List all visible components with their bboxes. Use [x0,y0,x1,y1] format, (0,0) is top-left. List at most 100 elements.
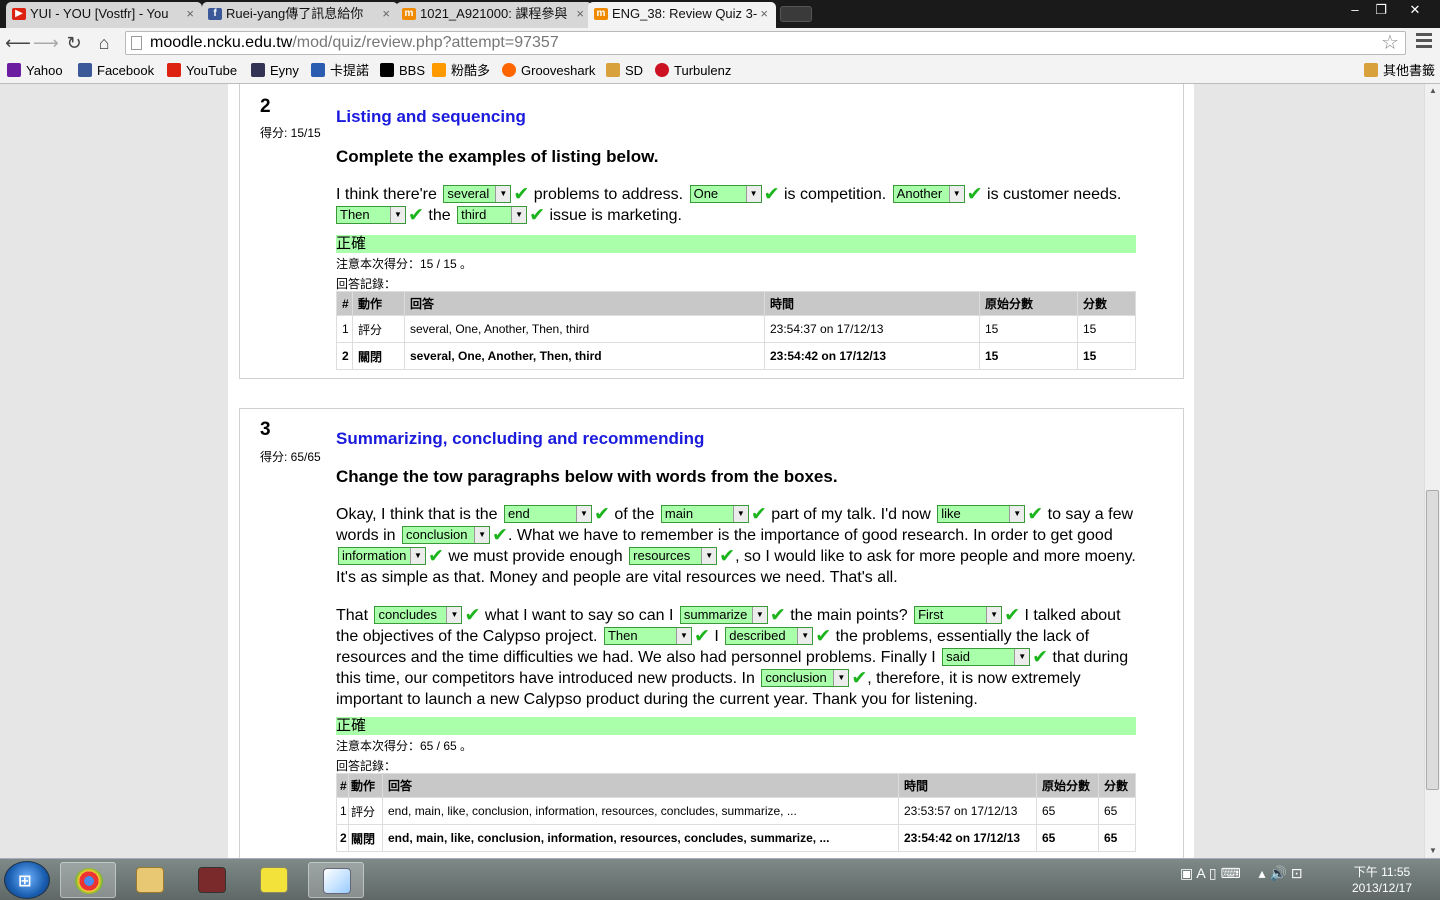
ime-icon[interactable]: A [1196,865,1205,881]
bookmark-yahoo[interactable]: Yahoo [7,62,63,80]
column-header: 原始分數 [1036,773,1099,798]
chevron-down-icon[interactable]: ▼ [1009,506,1025,522]
tab-course[interactable]: m 1021_A921000: 課程參與 × [396,2,592,28]
address-bar[interactable]: moodle.ncku.edu.tw/mod/quiz/review.php?a… [125,31,1406,55]
taskbar-clock[interactable]: 下午 11:55 2013/12/17 [1340,864,1424,896]
chevron-down-icon[interactable]: ▼ [1014,649,1030,665]
row-number-link[interactable]: 1 [336,315,353,343]
table-cell: 評分 [352,315,405,343]
yahoo-icon [7,63,21,77]
scroll-up-icon[interactable]: ▲ [1429,86,1437,95]
bookmark-kartino[interactable]: 卡提諾 [311,62,369,80]
chevron-down-icon[interactable]: ▼ [511,207,527,223]
home-icon[interactable]: ⌂ [92,32,116,54]
network-icon[interactable]: ⊡ [1291,865,1303,881]
close-tab-icon[interactable]: × [186,2,194,26]
answer-select[interactable]: Another ▼ [892,185,965,203]
column-header: # [336,773,349,798]
table-cell: 關閉 [352,342,405,370]
chevron-down-icon[interactable]: ▼ [732,506,748,522]
taskbar-chrome[interactable] [60,862,116,898]
other-bookmarks[interactable]: 其他書籤 [1364,62,1435,80]
scrollbar-thumb[interactable] [1426,490,1439,790]
answer-select[interactable]: concludes ▼ [374,606,463,624]
vertical-scrollbar[interactable]: ▲ ▼ [1424,84,1440,858]
chevron-down-icon[interactable]: ▼ [701,548,717,564]
answer-select[interactable]: Then ▼ [603,627,692,645]
maximize-button[interactable]: ❐ [1368,0,1394,20]
chevron-down-icon[interactable]: ▼ [948,186,964,202]
select-value: said [946,649,971,664]
chevron-down-icon[interactable]: ▼ [474,527,490,543]
answer-select[interactable]: several ▼ [443,185,512,203]
taskbar-paint[interactable] [308,862,364,898]
start-button[interactable]: ⊞ [4,861,50,899]
close-window-button[interactable]: ✕ [1394,0,1436,20]
row-number-link[interactable]: 1 [336,797,349,825]
chevron-down-icon[interactable]: ▼ [495,186,511,202]
reload-icon[interactable]: ↻ [62,32,86,54]
tab-youtube[interactable]: ▶ YUI - YOU [Vostfr] - You × [6,2,202,28]
tab-facebook[interactable]: f Ruei-yang傳了訊息給你 × [202,2,398,28]
answer-select[interactable]: summarize ▼ [679,606,768,624]
chevron-down-icon[interactable]: ▼ [745,186,761,202]
bookmark-grooveshark[interactable]: Grooveshark [502,62,595,80]
answer-select[interactable]: conclusion ▼ [402,526,491,544]
answer-select[interactable]: First ▼ [914,606,1003,624]
scroll-down-icon[interactable]: ▼ [1429,846,1437,855]
answer-select[interactable]: like ▼ [937,505,1026,523]
chevron-down-icon[interactable]: ▼ [410,548,425,564]
table-cell: 15 [1077,342,1136,370]
tray-app-icon[interactable]: ▣ [1180,865,1193,881]
answer-select[interactable]: resources ▼ [629,547,718,565]
close-tab-icon[interactable]: × [576,2,584,26]
close-tab-icon[interactable]: × [760,2,768,26]
menu-icon[interactable] [1416,33,1432,49]
bookmark-bbs[interactable]: BBS [380,62,425,80]
answer-select[interactable]: said ▼ [942,648,1031,666]
answer-select[interactable]: end ▼ [504,505,593,523]
keyboard-icon[interactable]: ⌨ [1220,865,1240,881]
bookmark-eyny[interactable]: Eyny [251,62,299,80]
answer-select[interactable]: conclusion ▼ [761,669,850,687]
volume-icon[interactable]: 🔊 [1269,865,1286,881]
answer-select[interactable]: Then ▼ [336,206,406,224]
facebook-icon: f [208,8,222,20]
show-hidden-icons[interactable]: ▴ [1259,865,1266,881]
bookmark-fenkuduo[interactable]: 粉酷多 [432,62,490,80]
answer-select[interactable]: main ▼ [660,505,749,523]
select-value: summarize [683,607,748,622]
close-tab-icon[interactable]: × [382,2,390,26]
taskbar-game[interactable] [184,862,240,898]
tab-quiz-review[interactable]: m ENG_38: Review Quiz 3- × [588,2,776,28]
forward-arrow-icon[interactable]: ⟶ [33,32,59,54]
answer-select[interactable]: information ▼ [338,547,426,565]
taskbar-explorer[interactable] [122,862,178,898]
chevron-down-icon[interactable]: ▼ [390,207,405,223]
minimize-button[interactable]: – [1342,0,1368,20]
chevron-down-icon[interactable]: ▼ [833,670,849,686]
back-arrow-icon[interactable]: ⟵ [5,32,31,54]
bookmark-star-icon[interactable]: ☆ [1381,30,1399,55]
bookmark-sd[interactable]: SD [606,62,643,80]
select-value: conclusion [765,670,827,685]
chevron-down-icon[interactable]: ▼ [576,506,592,522]
answer-select[interactable]: described ▼ [725,627,814,645]
table-header-row: # 動作 回答 時間 原始分數 分數 [336,291,1136,316]
game-icon [198,867,226,893]
bookmark-turbulenz[interactable]: Turbulenz [655,62,731,80]
chevron-down-icon[interactable]: ▼ [986,607,1002,623]
youtube-icon: ▶ [12,8,26,20]
answer-select[interactable]: One ▼ [689,185,762,203]
ime-mode-icon[interactable]: ▯ [1209,865,1217,881]
chevron-down-icon[interactable]: ▼ [446,607,462,623]
chevron-down-icon[interactable]: ▼ [751,607,767,623]
bookmark-facebook[interactable]: Facebook [78,62,154,80]
chevron-down-icon[interactable]: ▼ [797,628,813,644]
browser-title-bar: ▶ YUI - YOU [Vostfr] - You × f Ruei-yang… [0,0,1440,28]
answer-select[interactable]: third ▼ [457,206,528,224]
chevron-down-icon[interactable]: ▼ [675,628,691,644]
taskbar-app[interactable] [246,862,302,898]
new-tab-button[interactable] [780,6,812,22]
bookmark-youtube[interactable]: YouTube [167,62,237,80]
